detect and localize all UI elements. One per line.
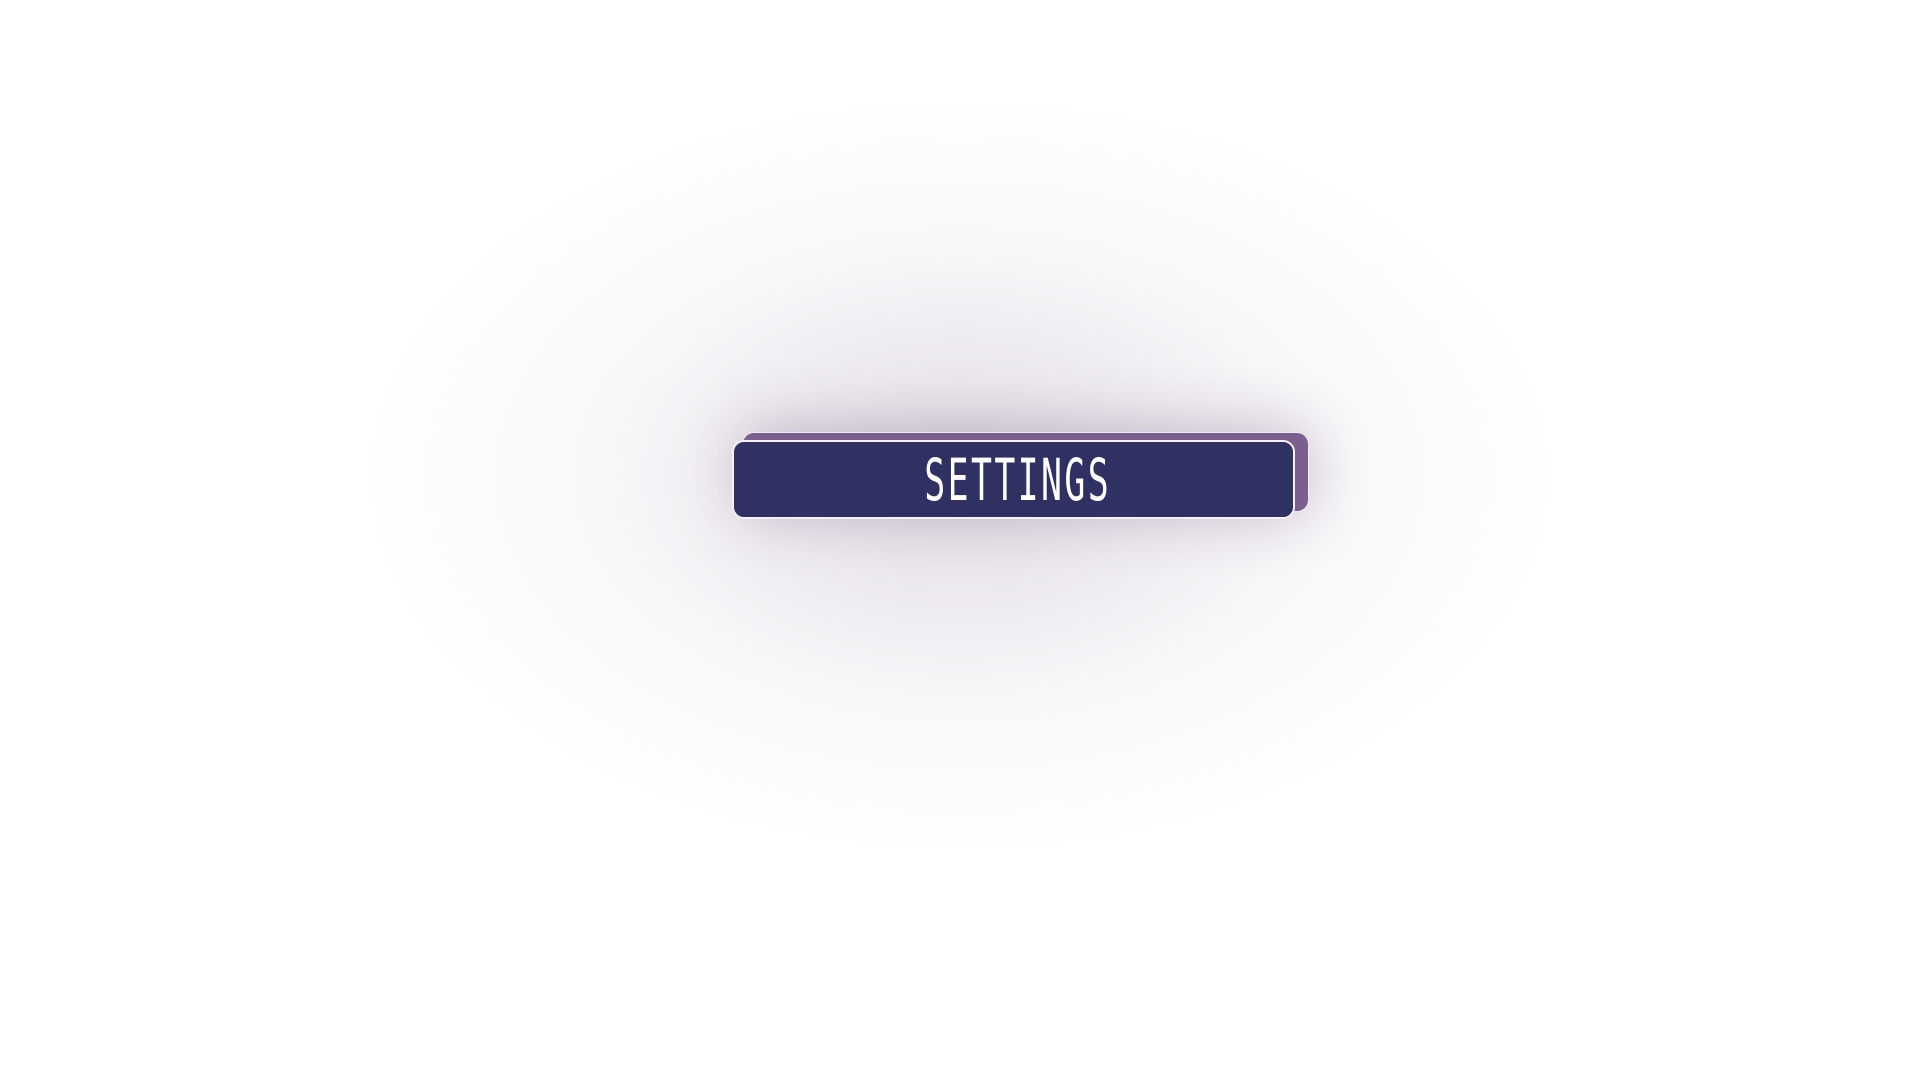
settings-screen: SETTINGS [0,0,1920,1080]
settings-button-container: SETTINGS [732,432,1309,522]
settings-button-label: SETTINGS [924,445,1111,514]
settings-button[interactable]: SETTINGS [732,440,1295,519]
